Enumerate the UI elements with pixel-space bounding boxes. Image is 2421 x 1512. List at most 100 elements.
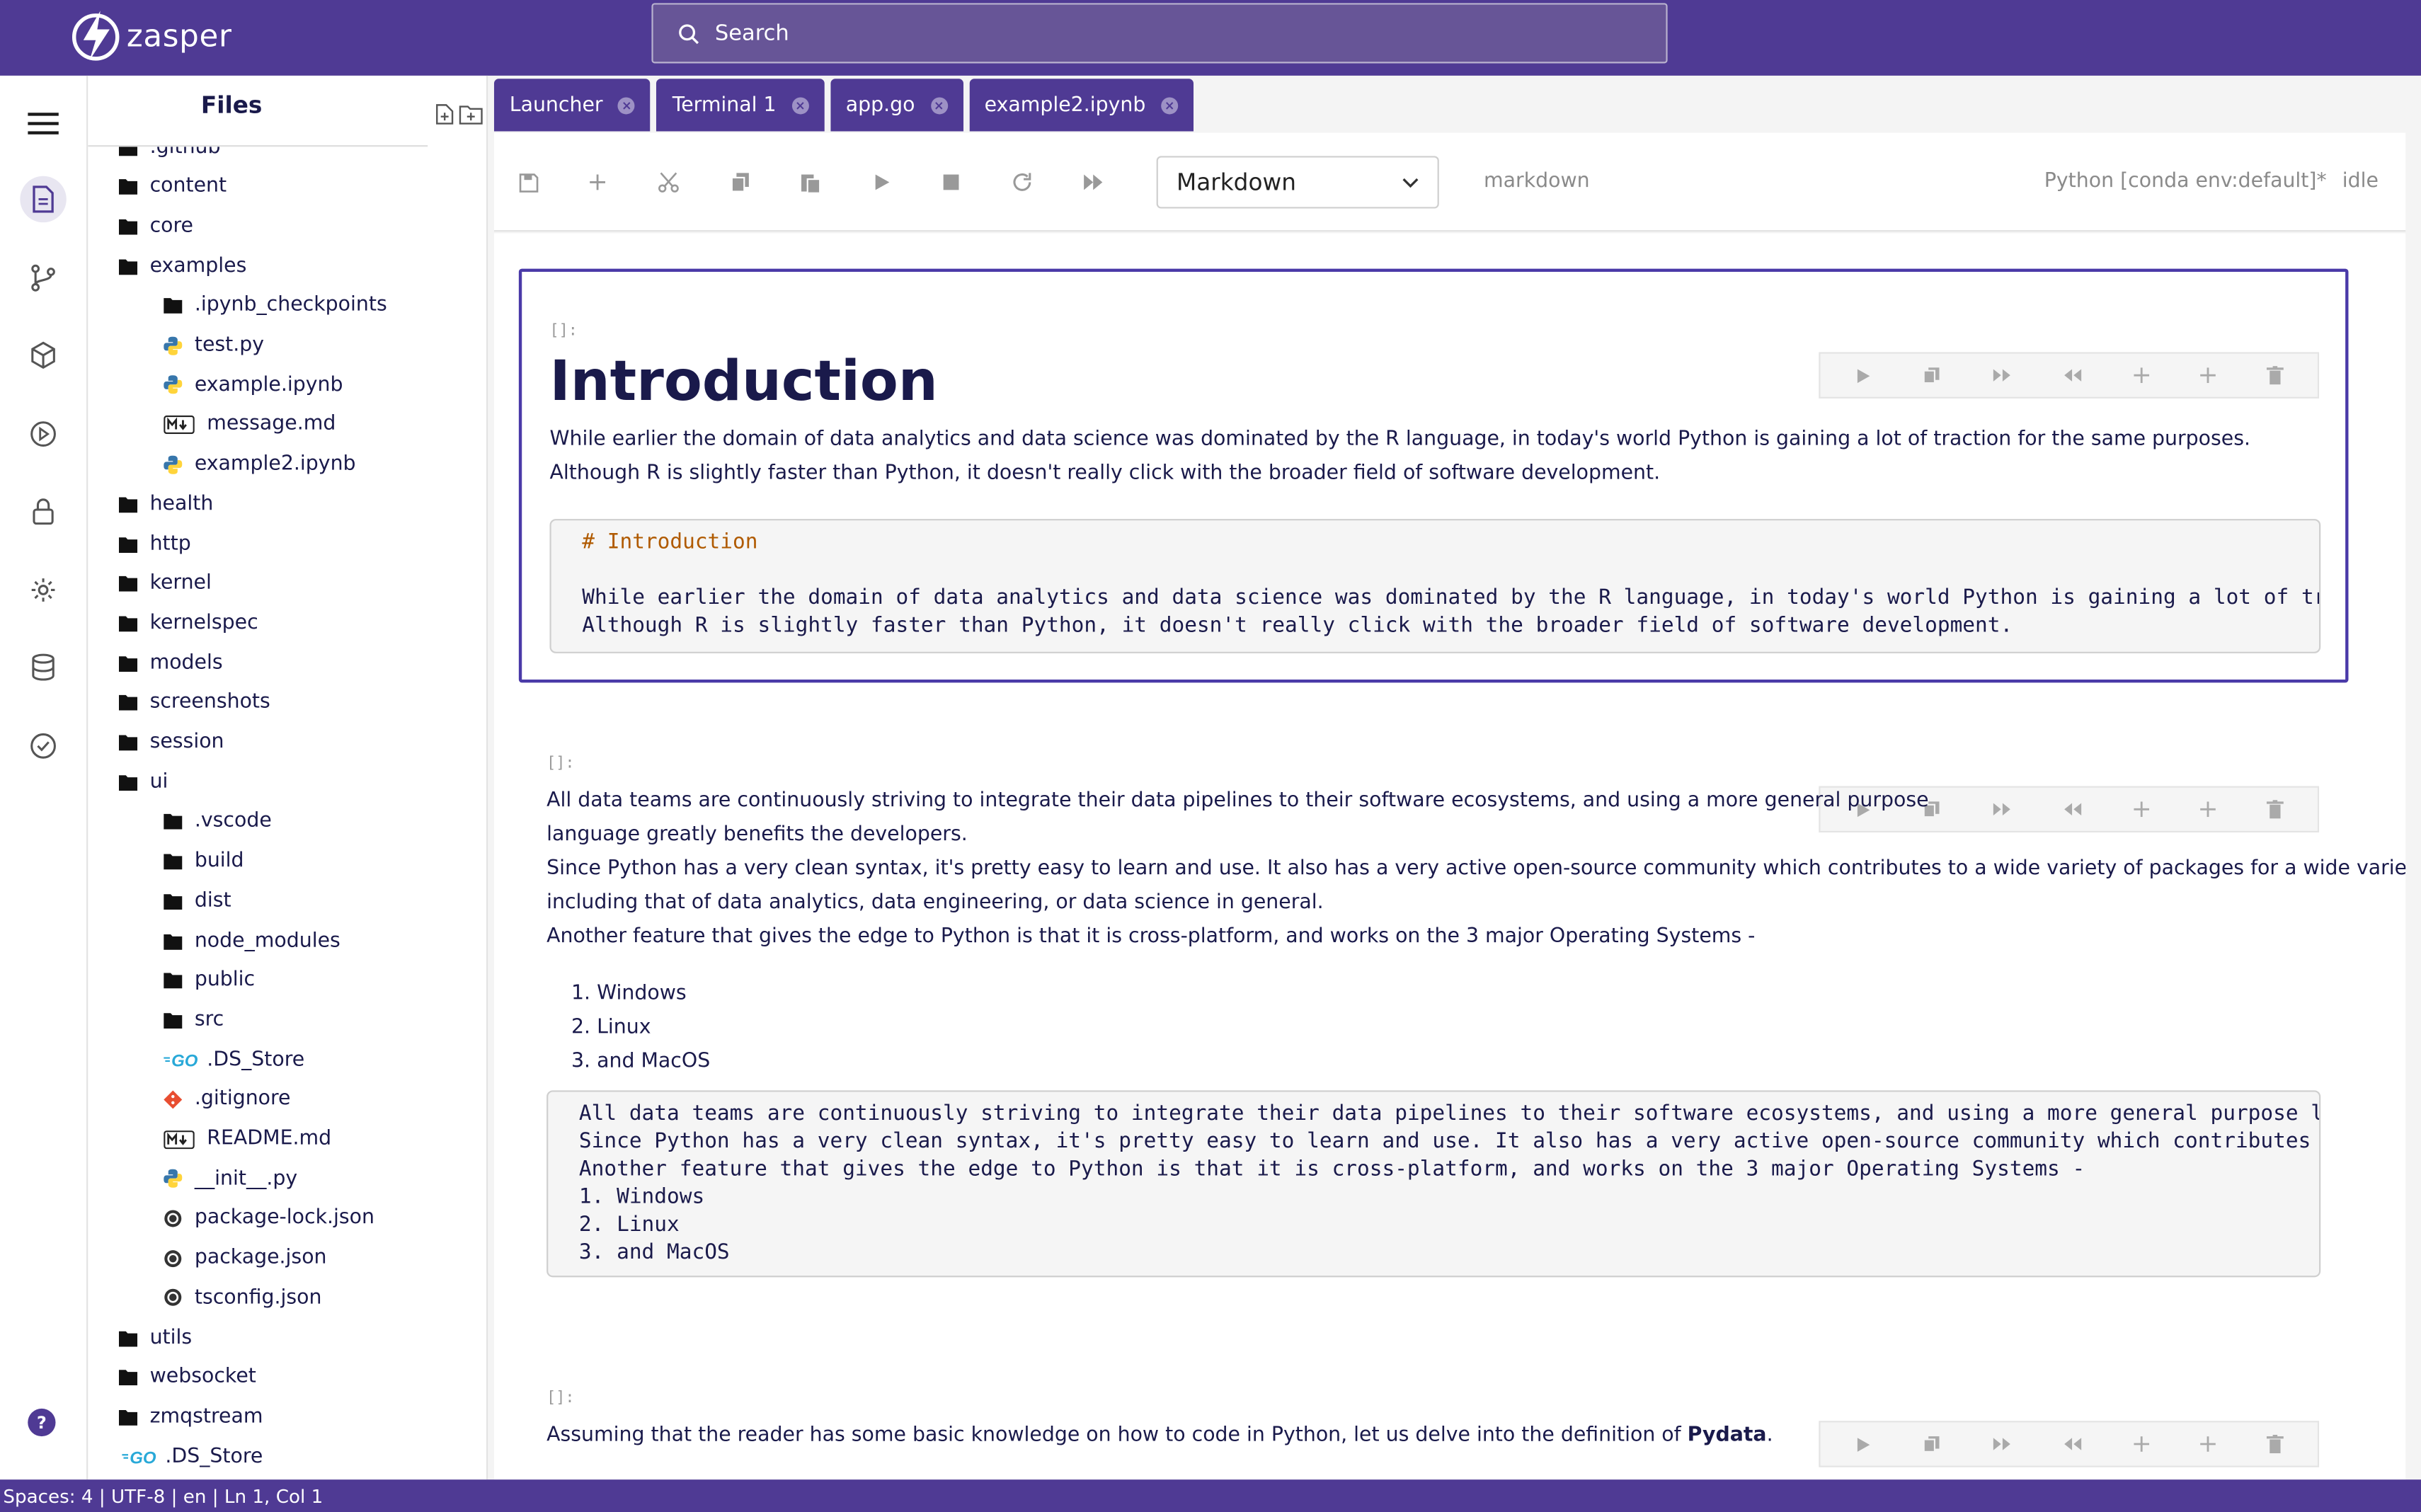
run-icon[interactable] [20, 411, 66, 457]
search-placeholder: Search [714, 21, 789, 46]
tab-bar: Launcher × Terminal 1 × app.go × example2.ipyn… [488, 76, 1194, 132]
tree-folder[interactable]: src [164, 1002, 224, 1038]
run-cell-icon[interactable] [869, 170, 894, 195]
tree-folder[interactable]: zmqstream [118, 1398, 263, 1435]
tree-file[interactable]: GO .DS_Store [164, 1041, 304, 1078]
tree-folder[interactable]: node_modules [164, 922, 340, 959]
tree-file[interactable]: __init__.py [164, 1160, 297, 1197]
tree-file[interactable]: tsconfig.json [164, 1279, 321, 1316]
tree-folder[interactable]: .ipynb_checkpoints [164, 287, 387, 323]
tree-folder[interactable]: .vscode [164, 803, 272, 840]
tab-1[interactable]: Terminal 1 × [656, 79, 825, 132]
cell-type-select[interactable]: Markdown [1156, 156, 1439, 209]
help-icon[interactable]: ? [28, 1408, 56, 1437]
tree-folder[interactable]: examples [118, 247, 246, 284]
close-tab-icon[interactable]: × [791, 96, 809, 114]
tab-0[interactable]: Launcher × [493, 79, 651, 132]
restart-icon[interactable] [1009, 170, 1034, 195]
cut-icon[interactable] [656, 170, 681, 195]
copy-cell-icon[interactable] [1921, 1435, 1940, 1453]
folder-icon [118, 495, 138, 513]
package-icon[interactable] [20, 332, 66, 378]
tree-file[interactable]: example.ipynb [164, 367, 343, 403]
tree-folder[interactable]: websocket [118, 1358, 256, 1395]
folder-icon [164, 812, 183, 830]
add-below-icon[interactable] [2199, 1436, 2215, 1452]
tree-file[interactable]: package-lock.json [164, 1200, 374, 1237]
menu-icon[interactable] [20, 101, 66, 147]
json-icon [164, 1249, 182, 1267]
close-tab-icon[interactable]: × [1161, 96, 1179, 114]
git-branch-icon[interactable] [20, 255, 66, 301]
tree-folder[interactable]: core [118, 207, 193, 244]
notebook-cell[interactable]: []: Assuming that the reader has some ba… [519, 1339, 2349, 1480]
settings-icon[interactable] [20, 567, 66, 613]
json-icon [164, 1209, 182, 1227]
bold-text: Pydata [1687, 1424, 1767, 1448]
fast-forward-icon[interactable] [1081, 170, 1106, 195]
tree-file[interactable]: GO .DS_Store [122, 1438, 263, 1474]
search-input[interactable]: Search [651, 3, 1668, 64]
run-below-icon[interactable] [1991, 1436, 2011, 1452]
markdown-icon [164, 415, 195, 434]
tree-folder[interactable]: build [164, 842, 244, 879]
run-above-icon[interactable] [2062, 1436, 2082, 1452]
notebook-toolbar: Markdown markdown Python [conda env:defa… [493, 132, 2406, 232]
tree-file[interactable]: .gitignore [164, 1081, 291, 1118]
check-circle-icon[interactable] [20, 723, 66, 769]
tree-folder[interactable]: health [118, 486, 213, 522]
stop-icon[interactable] [939, 170, 963, 195]
tab-2[interactable]: app.go × [830, 79, 963, 132]
paragraph-line: language greatly benefits the developers… [546, 823, 968, 847]
tree-file[interactable]: README.md [164, 1121, 331, 1157]
new-folder-icon[interactable] [459, 103, 483, 125]
file-explorer: .githubcontentcoreexamples.ipynb_checkpo… [88, 75, 488, 1480]
tree-folder[interactable]: http [118, 525, 191, 562]
tree-folder[interactable]: utils [118, 1319, 193, 1356]
tree-file[interactable]: test.py [164, 326, 264, 363]
tree-file[interactable]: message.md [164, 406, 336, 443]
code-editor[interactable]: # Introduction While earlier the domain … [549, 519, 2321, 653]
close-tab-icon[interactable]: × [618, 96, 636, 114]
close-tab-icon[interactable]: × [930, 96, 948, 114]
tree-folder[interactable]: session [118, 723, 224, 760]
delete-icon[interactable] [2265, 1434, 2283, 1454]
search-icon [679, 23, 699, 44]
tree-folder[interactable]: ui [118, 763, 168, 800]
code-editor[interactable]: All data teams are continuously striving… [546, 1090, 2321, 1278]
svg-text:GO: GO [130, 1448, 156, 1465]
tab-label: example2.ipynb [984, 93, 1146, 117]
notebook-cell[interactable]: []: All data teams are continuously stri… [519, 704, 2405, 1322]
tree-folder[interactable]: dist [164, 882, 231, 919]
add-above-icon[interactable] [2133, 1436, 2149, 1452]
tree-item-label: example2.ipynb [194, 452, 356, 476]
delete-icon[interactable] [2265, 366, 2283, 385]
new-file-icon[interactable] [434, 103, 456, 125]
markdown-output: Assuming that the reader has some basic … [546, 1424, 1773, 1448]
database-icon[interactable] [20, 644, 66, 690]
tree-folder[interactable]: public [164, 962, 255, 999]
tree-folder[interactable]: kernelspec [118, 605, 258, 641]
files-icon[interactable] [20, 176, 67, 223]
cell-prompt: []: [546, 755, 575, 772]
tree-folder[interactable]: screenshots [118, 684, 270, 721]
save-icon[interactable] [515, 170, 540, 195]
kernel-name[interactable]: Python [conda env:default]* [2044, 170, 2327, 193]
tree-folder[interactable]: content [118, 168, 227, 205]
tab-3[interactable]: example2.ipynb × [968, 79, 1194, 132]
add-cell-icon[interactable] [585, 170, 610, 195]
tree-item-label: utils [149, 1326, 193, 1349]
tree-item-label: package.json [194, 1246, 327, 1270]
paste-icon[interactable] [799, 170, 823, 195]
lock-icon[interactable] [20, 488, 66, 534]
tree-file[interactable]: package.json [164, 1239, 327, 1276]
app-logo[interactable]: zasper [71, 5, 231, 67]
tree-folder[interactable]: kernel [118, 565, 212, 602]
notebook-cell[interactable]: []: Introduction While earlier the domai… [518, 268, 2349, 683]
paragraph-text: Assuming that the reader has some basic … [546, 1424, 1688, 1448]
run-cell-icon[interactable] [1855, 1436, 1871, 1453]
copy-icon[interactable] [727, 170, 752, 195]
tree-file[interactable]: example2.ipynb [164, 446, 356, 483]
tree-folder[interactable]: models [118, 644, 223, 681]
python-icon [164, 1169, 183, 1189]
